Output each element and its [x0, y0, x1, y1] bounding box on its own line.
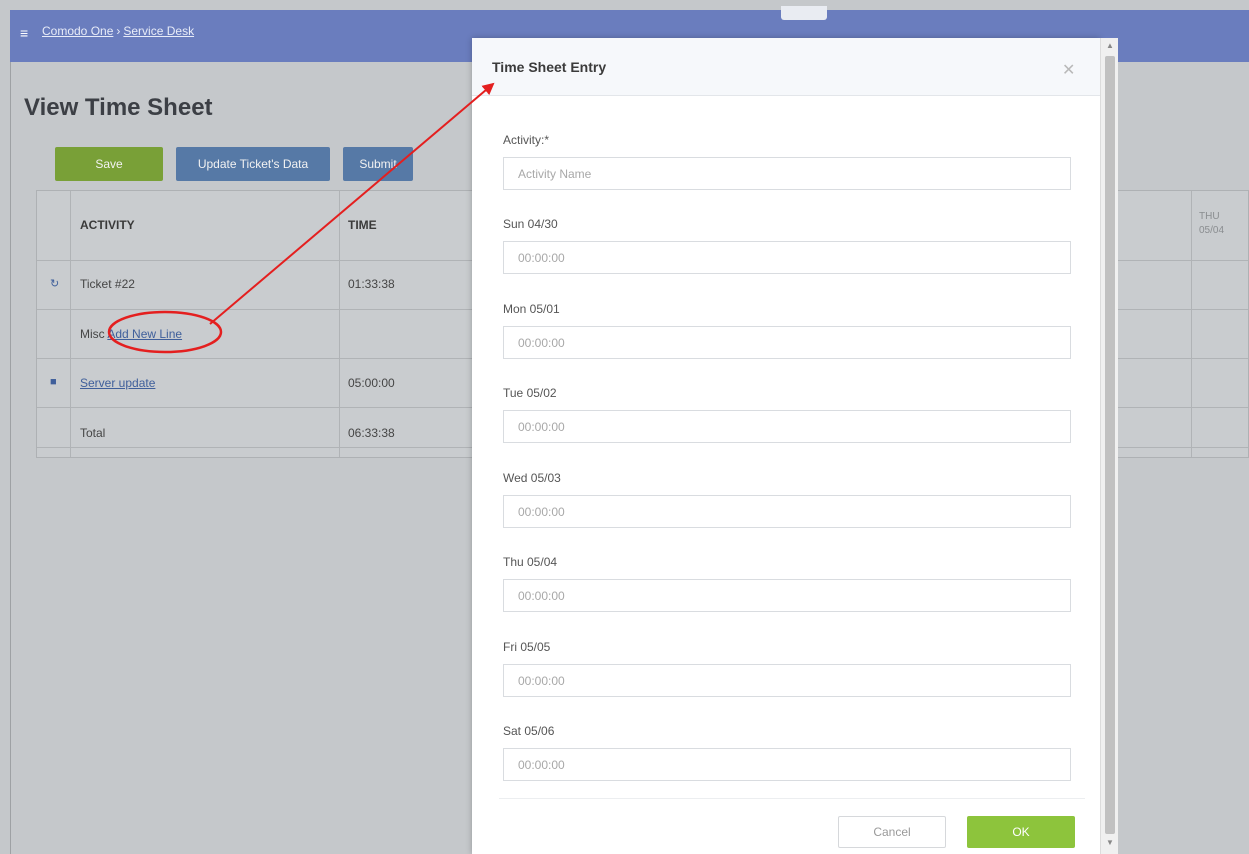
- activity-label: Activity:*: [503, 133, 550, 147]
- scroll-down-icon[interactable]: ▼: [1106, 838, 1114, 847]
- table-row-time: 05:00:00: [348, 376, 395, 390]
- day-label-sun: Sun 04/30: [503, 217, 558, 231]
- column-header-activity: ACTIVITY: [80, 218, 135, 232]
- breadcrumb-comodo-one[interactable]: Comodo One: [42, 24, 113, 38]
- time-sheet-entry-dialog: Time Sheet Entry ✕ Activity:* Sun 04/30 …: [472, 38, 1100, 854]
- total-time: 06:33:38: [348, 426, 395, 440]
- page-title: View Time Sheet: [24, 94, 213, 121]
- refresh-icon[interactable]: ↻: [50, 277, 59, 290]
- column-header-thu-date: 05/04: [1199, 225, 1225, 236]
- dialog-scrollbar[interactable]: ▲ ▼: [1100, 38, 1118, 854]
- column-divider: [339, 191, 340, 457]
- table-row-time: 01:33:38: [348, 277, 395, 291]
- server-update-link[interactable]: Server update: [80, 376, 155, 390]
- day-label-mon: Mon 05/01: [503, 302, 560, 316]
- time-input-mon[interactable]: [503, 326, 1071, 359]
- table-row-activity: Ticket #22: [80, 277, 135, 291]
- column-divider: [70, 191, 71, 457]
- day-label-thu: Thu 05/04: [503, 555, 558, 569]
- time-input-wed[interactable]: [503, 495, 1071, 528]
- add-new-line-link[interactable]: Add New Line: [107, 327, 182, 341]
- submit-button[interactable]: Submit: [343, 147, 413, 181]
- time-input-fri[interactable]: [503, 664, 1071, 697]
- activity-name-input[interactable]: [503, 157, 1071, 190]
- hamburger-icon[interactable]: ≡: [20, 25, 28, 41]
- scroll-up-icon[interactable]: ▲: [1106, 41, 1114, 50]
- breadcrumb: Comodo One › Service Desk: [42, 24, 194, 38]
- column-header-thu: THU 05/04: [1199, 210, 1224, 238]
- scrollbar-thumb[interactable]: [1105, 56, 1115, 834]
- column-header-thu-day: THU: [1199, 211, 1220, 222]
- breadcrumb-separator: ›: [116, 24, 121, 38]
- breadcrumb-service-desk[interactable]: Service Desk: [123, 24, 194, 38]
- misc-label: Misc: [80, 327, 105, 341]
- dialog-footer-divider: [499, 798, 1085, 799]
- close-icon[interactable]: ✕: [1062, 60, 1075, 80]
- time-input-tue[interactable]: [503, 410, 1071, 443]
- dialog-title: Time Sheet Entry: [492, 59, 607, 75]
- cancel-button[interactable]: Cancel: [838, 816, 946, 848]
- update-tickets-data-button[interactable]: Update Ticket's Data: [176, 147, 330, 181]
- table-row-misc: Misc Add New Line: [80, 327, 182, 341]
- day-label-fri: Fri 05/05: [503, 640, 551, 654]
- day-label-wed: Wed 05/03: [503, 471, 561, 485]
- column-divider: [1191, 191, 1192, 457]
- save-button[interactable]: Save: [55, 147, 163, 181]
- trash-icon[interactable]: ■: [50, 376, 57, 388]
- dialog-header: Time Sheet Entry ✕: [472, 38, 1100, 96]
- time-input-sat[interactable]: [503, 748, 1071, 781]
- time-input-thu[interactable]: [503, 579, 1071, 612]
- day-label-tue: Tue 05/02: [503, 386, 557, 400]
- ok-button[interactable]: OK: [967, 816, 1075, 848]
- time-input-sun[interactable]: [503, 241, 1071, 274]
- column-header-time: TIME: [348, 218, 377, 232]
- total-label: Total: [80, 426, 106, 440]
- panel-handle[interactable]: [781, 6, 827, 20]
- day-label-sat: Sat 05/06: [503, 724, 555, 738]
